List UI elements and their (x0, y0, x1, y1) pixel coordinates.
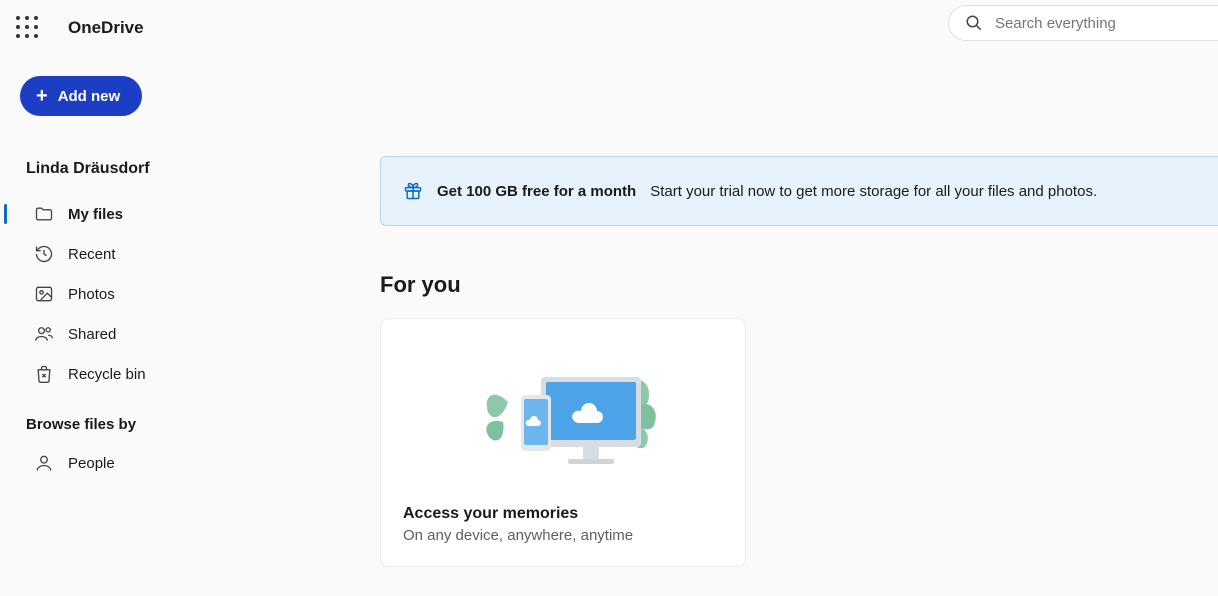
sidebar-item-label: Shared (68, 326, 116, 343)
plus-icon: + (36, 86, 48, 106)
card-subtitle: On any device, anywhere, anytime (403, 527, 723, 544)
add-new-button[interactable]: + Add new (20, 76, 142, 116)
person-icon (34, 453, 54, 473)
search-icon (965, 14, 983, 32)
sidebar-item-people[interactable]: People (0, 443, 292, 483)
sidebar-item-photos[interactable]: Photos (0, 274, 292, 314)
sidebar-item-label: People (68, 455, 115, 472)
memories-card[interactable]: Access your memories On any device, anyw… (380, 318, 746, 567)
search-input[interactable] (995, 15, 1202, 32)
app-launcher-icon[interactable] (16, 16, 40, 40)
history-icon (34, 244, 54, 264)
sidebar-item-shared[interactable]: Shared (0, 314, 292, 354)
nav-list: My files Recent Photos (0, 194, 292, 394)
app-title: OneDrive (68, 18, 144, 38)
trash-icon (34, 364, 54, 384)
add-new-label: Add new (58, 88, 121, 105)
sidebar-item-label: Photos (68, 286, 115, 303)
sidebar-item-recycle-bin[interactable]: Recycle bin (0, 354, 292, 394)
header: OneDrive (0, 0, 1218, 56)
browse-list: People (0, 443, 292, 483)
gift-icon (403, 181, 423, 201)
user-name: Linda Dräusdorf (26, 160, 292, 178)
main-content: Get 100 GB free for a month Start your t… (292, 56, 1218, 596)
image-icon (34, 284, 54, 304)
search-container (948, 5, 1218, 41)
card-title: Access your memories (403, 505, 723, 523)
people-icon (34, 324, 54, 344)
sidebar: + Add new Linda Dräusdorf My files Recen… (0, 56, 292, 596)
for-you-heading: For you (380, 272, 1218, 298)
promo-banner[interactable]: Get 100 GB free for a month Start your t… (380, 156, 1218, 226)
browse-heading: Browse files by (26, 416, 292, 433)
search-box[interactable] (948, 5, 1218, 41)
sidebar-item-label: My files (68, 206, 123, 223)
sidebar-item-recent[interactable]: Recent (0, 234, 292, 274)
folder-icon (34, 204, 54, 224)
sidebar-item-my-files[interactable]: My files (0, 194, 292, 234)
sidebar-item-label: Recycle bin (68, 366, 146, 383)
devices-illustration (403, 347, 723, 477)
sidebar-item-label: Recent (68, 246, 116, 263)
promo-subtitle: Start your trial now to get more storage… (650, 183, 1097, 200)
promo-title: Get 100 GB free for a month (437, 183, 636, 200)
